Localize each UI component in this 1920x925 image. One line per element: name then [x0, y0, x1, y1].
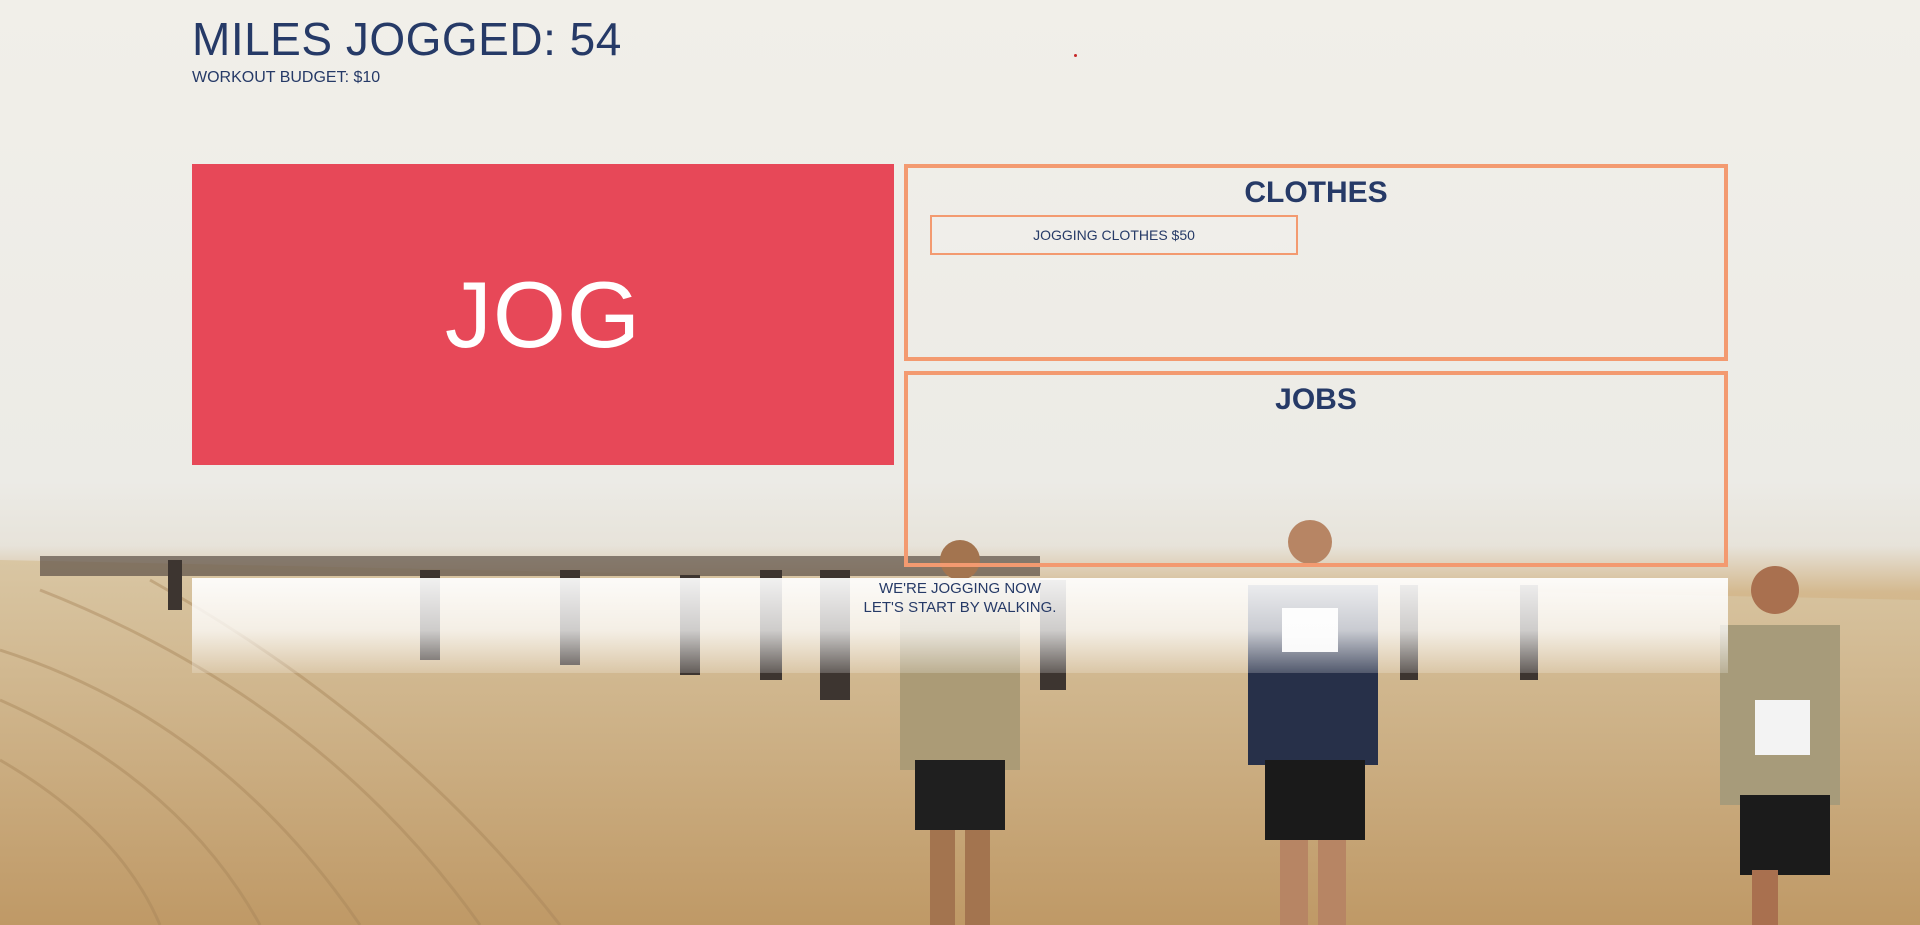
buy-jogging-clothes-button[interactable]: JOGGING CLOTHES $50 [930, 215, 1298, 255]
message-line: WE'RE JOGGING NOW [878, 580, 1042, 597]
workout-budget-stat: WORKOUT BUDGET: $10 [192, 69, 380, 87]
clothes-panel: CLOTHES JOGGING CLOTHES $50 [904, 164, 1728, 361]
red-dot-marker [1074, 54, 1077, 57]
miles-jogged-label: MILES JOGGED: [192, 13, 570, 65]
clothes-panel-title: CLOTHES [1244, 176, 1388, 209]
jobs-panel-title: JOBS [1275, 383, 1357, 416]
workout-budget-label: WORKOUT BUDGET: [192, 69, 354, 86]
miles-jogged-stat: MILES JOGGED: 54 [192, 16, 622, 62]
message-box: WE'RE JOGGING NOW LET'S START BY WALKING… [192, 578, 1728, 673]
jog-button[interactable]: JOG [192, 164, 894, 465]
message-line: LET'S START BY WALKING. [863, 599, 1057, 616]
workout-budget-value: $10 [353, 69, 381, 86]
jobs-panel: JOBS [904, 371, 1728, 567]
miles-jogged-value: 54 [569, 13, 622, 65]
